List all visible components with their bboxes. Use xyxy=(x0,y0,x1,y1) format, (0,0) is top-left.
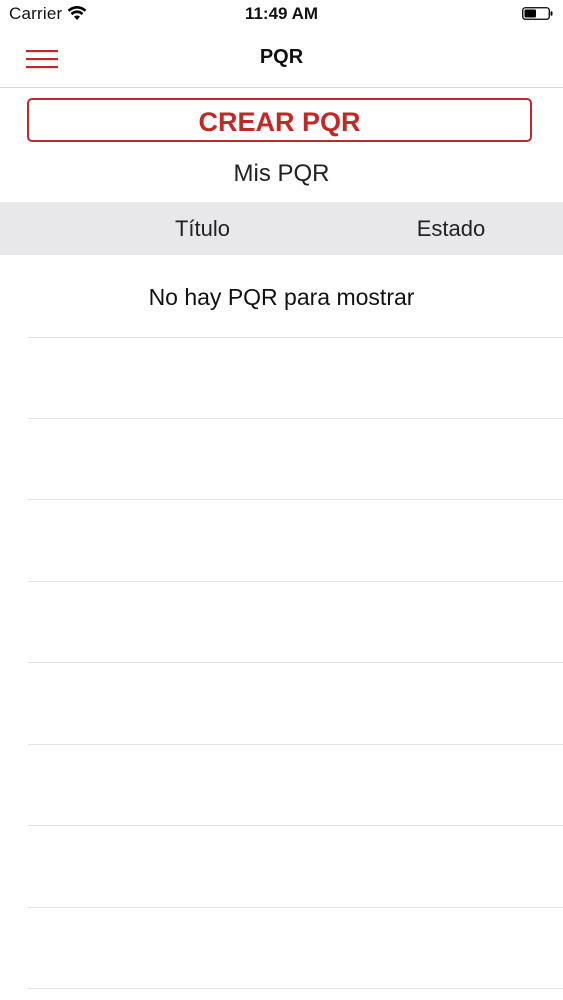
row-separator xyxy=(28,581,563,582)
status-bar: Carrier 11:49 AM xyxy=(0,0,563,30)
row-separator xyxy=(28,825,563,826)
navigation-bar: PQR xyxy=(0,30,563,88)
clock: 11:49 AM xyxy=(244,4,319,23)
page-title: PQR xyxy=(259,46,304,68)
row-separator xyxy=(28,744,563,745)
column-header-status: Estado xyxy=(416,216,486,241)
create-pqr-button[interactable]: CREAR PQR xyxy=(27,98,532,142)
empty-list-message: No hay PQR para mostrar xyxy=(148,284,415,310)
row-separator xyxy=(28,499,563,500)
battery-icon xyxy=(522,7,553,20)
row-separator xyxy=(28,337,563,338)
row-separator xyxy=(28,662,563,663)
column-header-title: Título xyxy=(174,216,231,241)
section-title: Mis PQR xyxy=(233,160,330,187)
row-separator xyxy=(28,907,563,908)
row-separator xyxy=(28,418,563,419)
row-separator xyxy=(28,988,563,989)
table-header: Título Estado xyxy=(0,202,563,255)
